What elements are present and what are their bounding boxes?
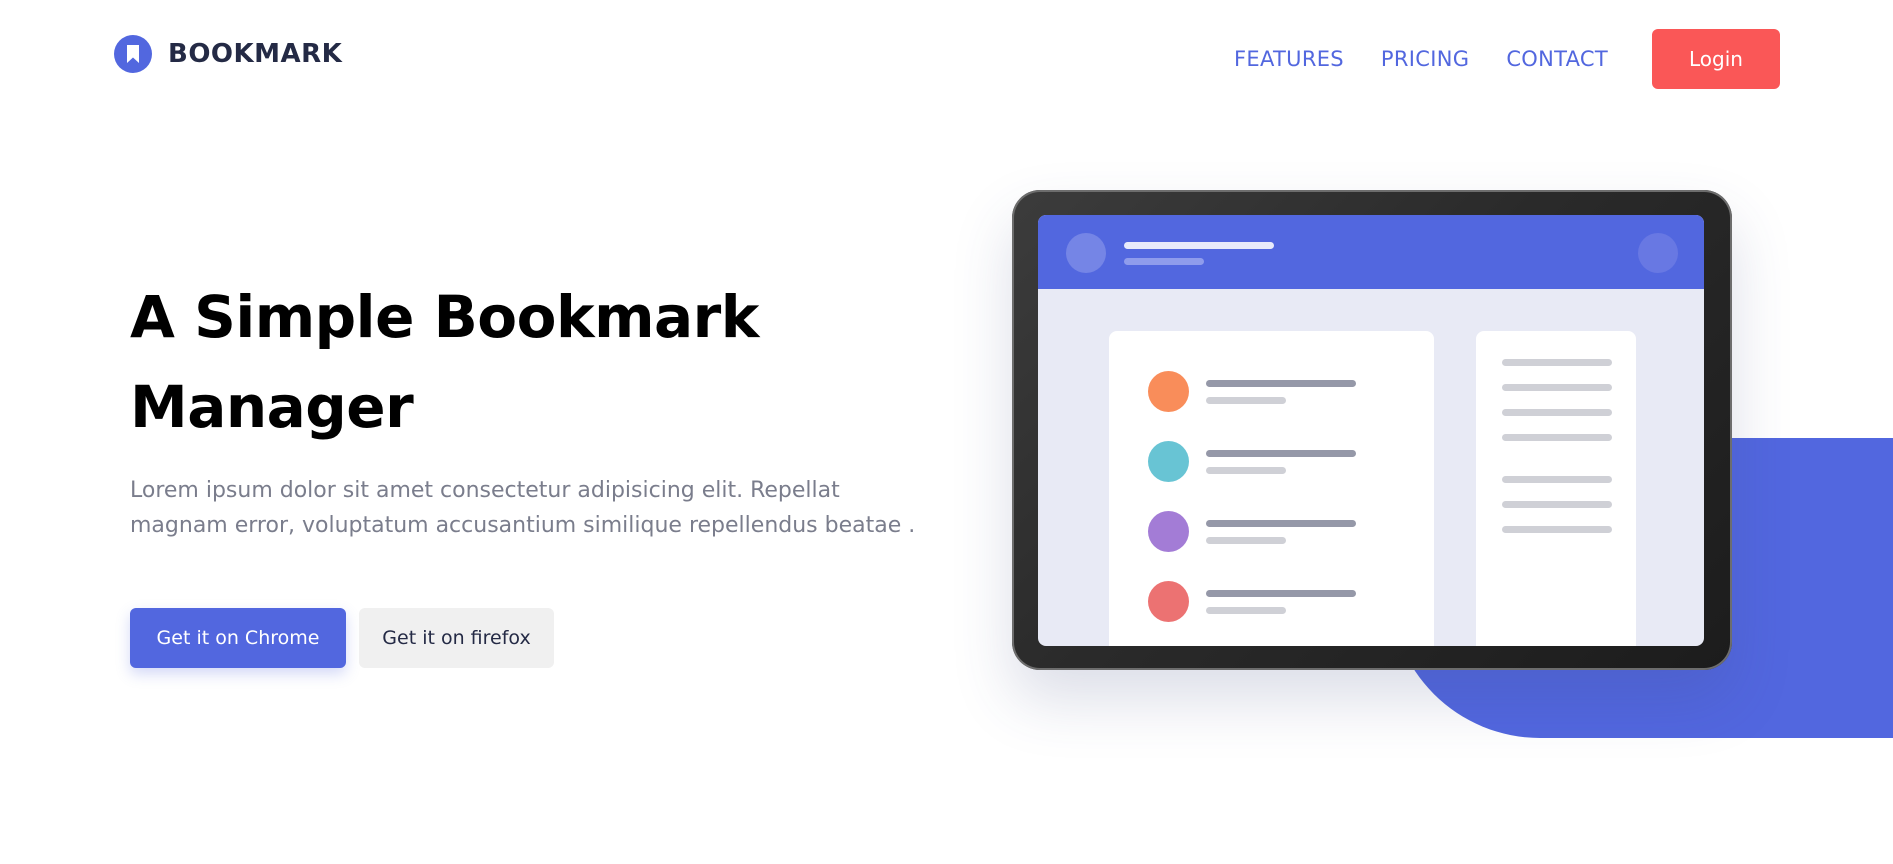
bookmark-dot-icon: [1148, 511, 1189, 552]
nav-link-contact[interactable]: CONTACT: [1506, 29, 1608, 89]
landing-page: BOOKMARK FEATURES PRICING CONTACT Login …: [0, 0, 1893, 864]
login-button[interactable]: Login: [1652, 29, 1780, 89]
item-title-placeholder: [1206, 450, 1356, 457]
firefox-download-button[interactable]: Get it on firefox: [359, 608, 554, 668]
item-title-placeholder: [1206, 380, 1356, 387]
bookmark-list-item: [1148, 441, 1398, 483]
nav-link-features[interactable]: FEATURES: [1234, 29, 1344, 89]
item-title-placeholder: [1206, 520, 1356, 527]
sidebar-line-placeholder: [1502, 409, 1612, 416]
sidebar-line-placeholder: [1502, 434, 1612, 441]
item-subtitle-placeholder: [1206, 607, 1286, 614]
header-text-placeholder: [1124, 242, 1274, 249]
bookmark-list-item: [1148, 371, 1398, 413]
bookmark-list-card: [1109, 331, 1434, 646]
header-avatar-placeholder: [1066, 233, 1106, 273]
brand-name: BOOKMARK: [168, 39, 343, 69]
screen-header-bar: [1038, 215, 1704, 289]
hero-title: A Simple Bookmark Manager: [130, 283, 759, 441]
item-subtitle-placeholder: [1206, 537, 1286, 544]
bookmark-dot-icon: [1148, 371, 1189, 412]
chrome-download-button[interactable]: Get it on Chrome: [130, 608, 346, 668]
brand-logo[interactable]: BOOKMARK: [114, 35, 342, 73]
sidebar-card: [1476, 331, 1636, 646]
main-nav: FEATURES PRICING CONTACT Login: [1234, 29, 1780, 89]
bookmark-list-item: [1148, 511, 1398, 553]
bookmark-list-item: [1148, 581, 1398, 623]
bookmark-dot-icon: [1148, 441, 1189, 482]
bookmark-dot-icon: [1148, 581, 1189, 622]
item-subtitle-placeholder: [1206, 467, 1286, 474]
sidebar-line-placeholder: [1502, 501, 1612, 508]
tablet-screen: [1038, 215, 1704, 646]
sidebar-line-placeholder: [1502, 359, 1612, 366]
header-menu-placeholder: [1638, 233, 1678, 273]
item-title-placeholder: [1206, 590, 1356, 597]
header-subtext-placeholder: [1124, 258, 1204, 265]
sidebar-line-placeholder: [1502, 476, 1612, 483]
nav-link-pricing[interactable]: PRICING: [1381, 29, 1469, 89]
hero-description: Lorem ipsum dolor sit amet consectetur a…: [130, 478, 916, 538]
item-subtitle-placeholder: [1206, 397, 1286, 404]
bookmark-icon: [114, 35, 152, 73]
sidebar-line-placeholder: [1502, 384, 1612, 391]
download-buttons: Get it on Chrome Get it on firefox: [130, 608, 554, 668]
sidebar-line-placeholder: [1502, 526, 1612, 533]
tablet-illustration: [1012, 190, 1732, 670]
